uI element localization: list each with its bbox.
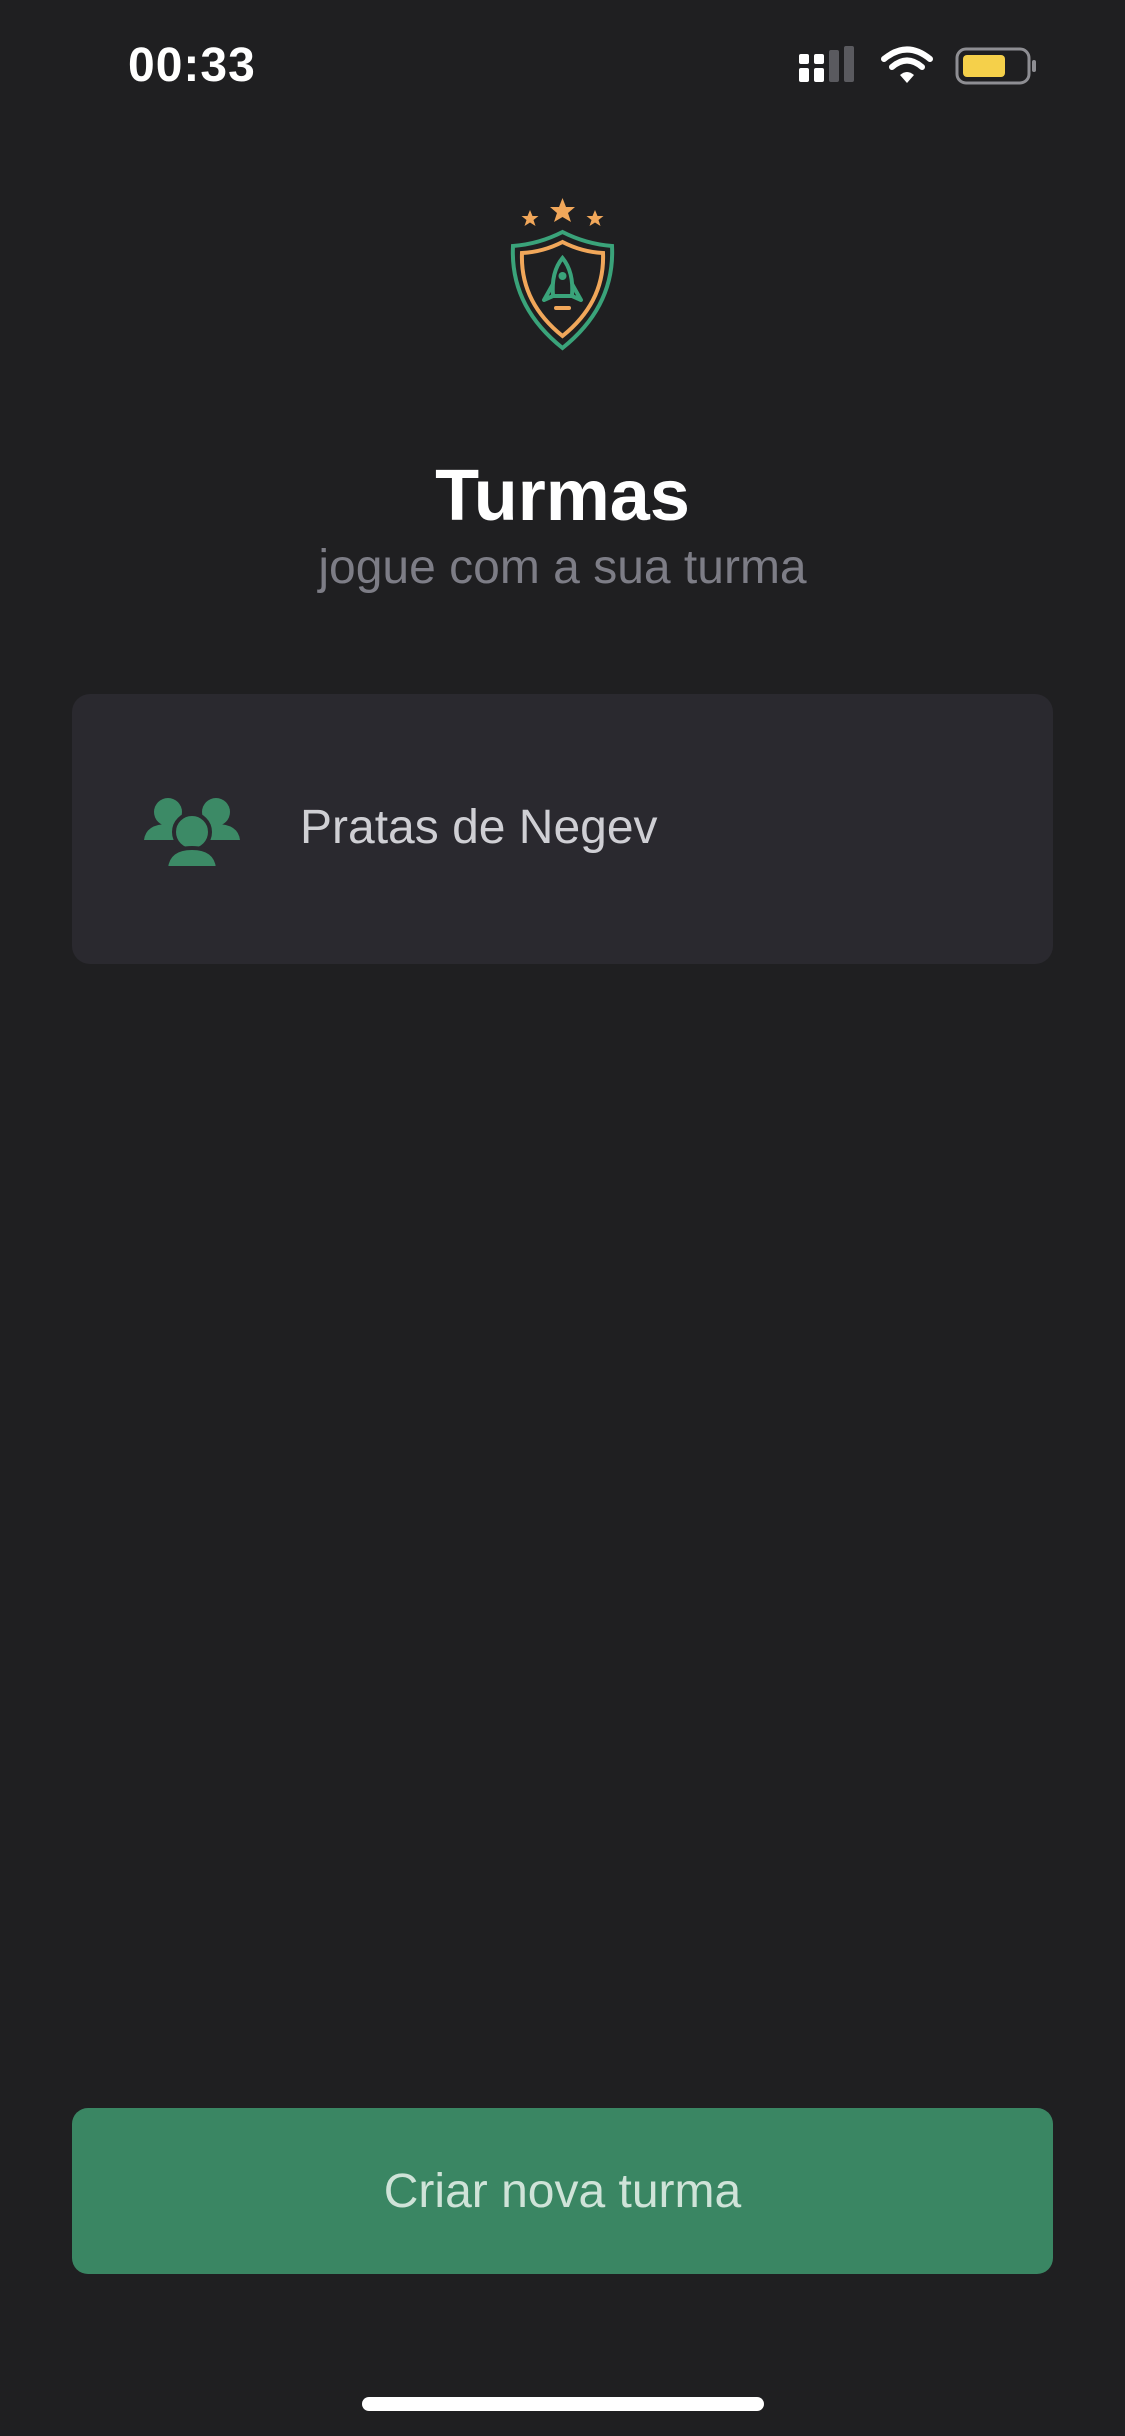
home-indicator[interactable] — [362, 2397, 764, 2411]
status-bar: 00:33 — [0, 0, 1125, 134]
page-subtitle: jogue com a sua turma — [318, 541, 807, 594]
group-icon — [144, 798, 240, 868]
wifi-icon — [881, 46, 933, 83]
status-time: 00:33 — [128, 39, 256, 92]
status-icons — [799, 44, 1039, 88]
battery-icon — [955, 47, 1036, 85]
page-title: Turmas — [435, 456, 690, 536]
create-class-button[interactable]: Criar nova turma — [72, 2108, 1053, 2274]
cellular-signal-icon — [799, 46, 854, 82]
rocket-shield-icon — [510, 198, 615, 351]
class-list-item[interactable]: Pratas de Negev — [72, 694, 1053, 964]
class-name: Pratas de Negev — [300, 801, 658, 854]
